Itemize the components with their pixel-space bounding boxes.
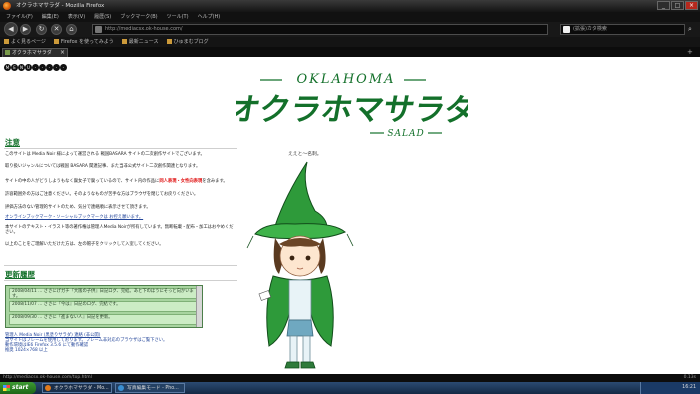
tab-oklahoma-salad[interactable]: オクラホマサラダ × (2, 48, 68, 57)
footer-line: 推奨 1024×768 以上 (5, 348, 48, 354)
status-right: 0.13s (683, 375, 696, 380)
firefox-task-icon (45, 385, 51, 391)
menu-bar: ファイル(F) 編集(E) 表示(V) 履歴(S) ブックマーク(B) ツール(… (0, 12, 700, 22)
navigation-toolbar: ◀ ▶ ↻ ✕ ⌂ http://mediacsx.ok-house.com/ … (0, 22, 700, 37)
logo-main-text: オクラホマサラダ (236, 92, 468, 128)
window-title: オクラホマサラダ - Mozilla Firefox (16, 3, 105, 9)
forward-button[interactable]: ▶ (20, 24, 31, 35)
site-logo: OKLAHOMA オクラホマサラダ SALAD (236, 72, 468, 139)
nav-pill[interactable]: N (18, 64, 25, 71)
divider (4, 265, 237, 266)
search-icon[interactable]: ⌕ (688, 25, 697, 34)
menu-bookmarks[interactable]: ブックマーク(B) (120, 12, 157, 22)
address-bar[interactable]: http://mediacsx.ok-house.com/ (92, 24, 548, 35)
bookmark-most-visited[interactable]: よく見るページ (4, 37, 46, 47)
bookmark-blog[interactable]: ひゅまむブログ (167, 37, 209, 47)
character-illustration[interactable] (245, 156, 355, 374)
updates-box[interactable]: 2008/04/11 … ささにげガチ『大阪の子供』日記ログ、完結。あと下のほう… (5, 285, 203, 328)
notice-p8: 以上のことをご理解いただけた方は、左の帽子をクリックして入室してください。 (5, 242, 164, 247)
taskbar-item-photo[interactable]: 写真編集モード - Pho... (115, 383, 185, 393)
nav-pill[interactable]: E (11, 64, 18, 71)
notice-p3-text: サイトの中の人がどうしようもなく腐女子で腐っているので、サイト内の作品に (5, 179, 160, 184)
tab-close-icon[interactable]: × (60, 49, 65, 57)
tab-bar: オクラホマサラダ × + (0, 47, 700, 57)
site-nav-pills: M E N U - - - - - (4, 64, 67, 71)
new-tab-icon[interactable]: + (687, 48, 696, 56)
nav-pill[interactable]: - (46, 64, 53, 71)
updates-scrollbar[interactable] (196, 286, 202, 327)
menu-file[interactable]: ファイル(F) (6, 12, 33, 22)
notice-heading: 注意 (5, 138, 20, 147)
close-button[interactable]: × (685, 1, 698, 10)
stop-button[interactable]: ✕ (51, 24, 62, 35)
tab-label: オクラホマサラダ (12, 50, 52, 56)
status-bar: http://mediacsx.ok-house.com/top.html 0.… (0, 374, 700, 382)
menu-view[interactable]: 表示(V) (68, 12, 85, 22)
start-label: start (12, 384, 29, 391)
menu-tools[interactable]: ツール(T) (167, 12, 189, 22)
window-controls: _ □ × (657, 1, 698, 10)
task-label: オクラホマサラダ - Mo... (54, 386, 109, 391)
update-item: 2008/04/11 … ささにげガチ『大阪の子供』日記ログ、完結。あと下のほう… (9, 288, 199, 299)
menu-help[interactable]: ヘルプ(H) (198, 12, 221, 22)
nav-pill[interactable]: U (25, 64, 32, 71)
taskbar-item-firefox[interactable]: オクラホマサラダ - Mo... (42, 383, 112, 393)
logo-bottom-text: SALAD (387, 129, 424, 139)
task-label: 写真編集モード - Pho... (127, 386, 179, 391)
notice-p1: このサイトは Media Noir 様によって運営される 戦国BASARA サイ… (5, 152, 205, 157)
bookmark-getting-started[interactable]: Firefox を使ってみよう (54, 37, 114, 47)
browser-window: オクラホマサラダ - Mozilla Firefox _ □ × ファイル(F)… (0, 0, 700, 394)
home-button[interactable]: ⌂ (66, 24, 77, 35)
nav-pill[interactable]: M (4, 64, 11, 71)
update-item: 2008/09/30 … ささに『進まない人』日記を更新。 (9, 314, 199, 325)
nav-pill[interactable]: - (32, 64, 39, 71)
bookmark-policy-link[interactable]: オンラインブックマーク・ソーシャルブックマークは お控え願います。 (5, 215, 143, 220)
nav-pill[interactable]: - (53, 64, 60, 71)
site-footer: 管理人 Media Noir (黒塗りサラダ) 連絡 (非公開) 当サイトはフレ… (5, 333, 167, 353)
status-text: http://mediacsx.ok-house.com/top.html (3, 375, 92, 380)
back-button[interactable]: ◀ (4, 22, 18, 36)
bookmarks-toolbar: よく見るページ Firefox を使ってみよう 最新ニュース ひゅまむブログ (0, 37, 700, 47)
notice-p7: 本サイトのテキスト・イラスト等の著作権は管理人Media Noirが所有していま… (5, 225, 234, 236)
tab-favicon (5, 50, 10, 55)
reload-button[interactable]: ↻ (36, 24, 47, 35)
maximize-button[interactable]: □ (671, 1, 684, 10)
notice-p4: 許容範囲外の方はご注意ください。そのようなものが苦手な方はブラウザを閉じてお戻り… (5, 192, 199, 197)
title-bar: オクラホマサラダ - Mozilla Firefox _ □ × (0, 0, 700, 12)
bookmark-latest-news[interactable]: 最新ニュース (122, 37, 159, 47)
notice-p6: オンラインブックマーク・ソーシャルブックマークは お控え願います。 (5, 215, 237, 220)
nav-pill[interactable]: - (39, 64, 46, 71)
divider (4, 148, 237, 149)
address-text: http://mediacsx.ok-house.com/ (105, 26, 183, 32)
menu-history[interactable]: 履歴(S) (94, 12, 111, 22)
windows-logo-icon (3, 385, 10, 391)
notice-p5: 評価方法のない管理的サイトのため、気分で連絡順に表示させて頂きます。 (5, 205, 151, 210)
update-item: 2008/11/07 … ささに『今は』日記のログ、完結です。 (9, 301, 199, 312)
start-button[interactable]: start (0, 382, 36, 394)
page-content: M E N U - - - - - OKLAHOMA オクラホマサラダ SALA… (0, 57, 700, 374)
notice-p2: 取り扱いジャンルについては戦国 BASARA 関連記事、また当非公式サイト二次創… (5, 164, 201, 169)
search-placeholder: (拡張)カタ検索 (573, 26, 607, 32)
photo-task-icon (118, 385, 124, 391)
notice-p3-tail: を含みます。 (202, 179, 228, 184)
minimize-button[interactable]: _ (657, 1, 670, 10)
system-tray: 16:21 (640, 382, 700, 394)
notice-p3: サイトの中の人がどうしようもなく腐女子で腐っているので、サイト内の作品に同人表現… (5, 179, 237, 184)
site-favicon (95, 26, 102, 33)
firefox-icon (3, 2, 11, 10)
divider (4, 280, 237, 281)
taskbar: start オクラホマサラダ - Mo... 写真編集モード - Pho... … (0, 382, 700, 394)
search-input[interactable]: (拡張)カタ検索 (560, 24, 685, 35)
nav-pill[interactable]: - (60, 64, 67, 71)
menu-edit[interactable]: 編集(E) (42, 12, 59, 22)
clock: 16:21 (682, 385, 696, 390)
search-engine-icon (563, 26, 570, 33)
notice-warning: 同人表現・女性向表現 (159, 179, 203, 184)
logo-top-text: OKLAHOMA (296, 72, 395, 87)
updates-heading: 更新履歴 (5, 270, 35, 279)
